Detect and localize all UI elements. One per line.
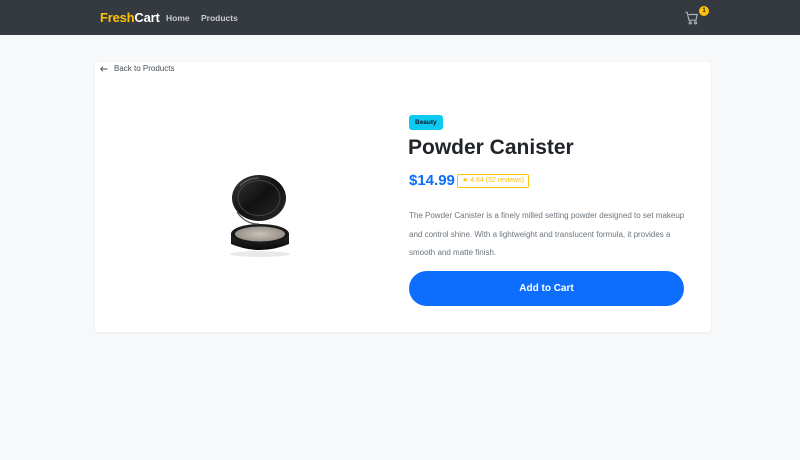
back-link-label: Back to Products	[114, 64, 175, 73]
category-badge: Beauty	[409, 115, 443, 130]
brand-logo[interactable]: FreshCart	[100, 10, 160, 25]
product-image	[230, 175, 290, 257]
nav-link-products[interactable]: Products	[201, 13, 238, 23]
add-to-cart-button[interactable]: Add to Cart	[409, 271, 684, 306]
cart-count-badge: 1	[699, 6, 709, 16]
navbar: FreshCart Home Products 1	[0, 0, 800, 35]
product-title: Powder Canister	[408, 136, 574, 159]
brand-cart-text: Cart	[134, 10, 160, 25]
product-price: $14.99	[409, 172, 455, 189]
product-description: The Powder Canister is a finely milled s…	[409, 211, 685, 257]
arrow-left-icon	[100, 65, 108, 72]
cart-button[interactable]: 1	[685, 6, 709, 29]
back-to-products-link[interactable]: Back to Products	[100, 64, 174, 73]
brand-fresh-text: Fresh	[100, 10, 135, 25]
nav-link-home[interactable]: Home	[166, 13, 190, 23]
rating-badge: ★ 4.64 (52 reviews)	[457, 174, 529, 188]
cart-icon	[685, 11, 698, 25]
